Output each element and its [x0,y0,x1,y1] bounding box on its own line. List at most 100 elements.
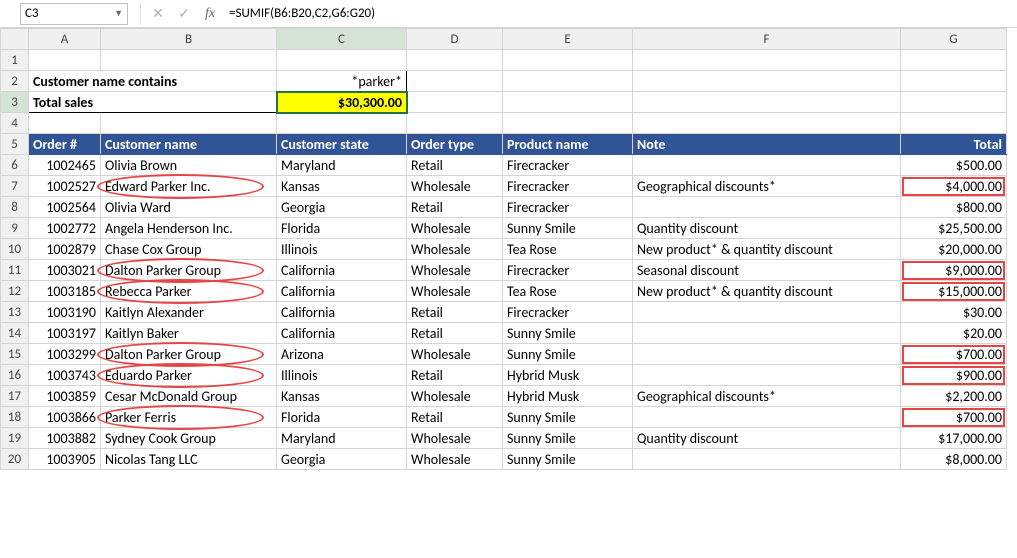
column-header-G[interactable]: G [901,29,1007,50]
cell-note[interactable]: Geographical discounts* [633,176,901,197]
value-customer-contains[interactable]: *parker* [277,71,407,92]
cell-order[interactable]: 1002564 [29,197,101,218]
cell-type[interactable]: Wholesale [407,428,503,449]
cell-order[interactable]: 1003299 [29,344,101,365]
name-box[interactable]: C3 ▼ [20,3,128,25]
label-customer-contains[interactable]: Customer name contains [29,71,277,92]
cell[interactable] [901,71,1007,92]
column-header-E[interactable]: E [503,29,633,50]
cell-type[interactable]: Wholesale [407,218,503,239]
cell-type[interactable]: Retail [407,365,503,386]
fx-icon[interactable]: fx [197,6,223,22]
row-header-11[interactable]: 11 [1,260,29,281]
table-header-order[interactable]: Order # [29,134,101,155]
cell-note[interactable]: Quantity discount [633,428,901,449]
spreadsheet-grid[interactable]: ABCDEFG12Customer name contains*parker*3… [0,28,1017,470]
cell-customer[interactable]: Edward Parker Inc. [101,176,277,197]
cell[interactable] [503,92,633,113]
cell-customer[interactable]: Kaitlyn Alexander [101,302,277,323]
cell-customer[interactable]: Dalton Parker Group [101,260,277,281]
cell-order[interactable]: 1003905 [29,449,101,470]
cell-state[interactable]: Kansas [277,176,407,197]
cell-total[interactable]: $8,000.00 [901,449,1007,470]
cell-customer[interactable]: Dalton Parker Group [101,344,277,365]
cell[interactable] [901,113,1007,134]
cell-product[interactable]: Sunny Smile [503,407,633,428]
cell[interactable] [901,50,1007,71]
cell-product[interactable]: Firecracker [503,155,633,176]
cell-order[interactable]: 1003197 [29,323,101,344]
cell[interactable] [503,71,633,92]
cell-note[interactable]: Quantity discount [633,218,901,239]
row-header-17[interactable]: 17 [1,386,29,407]
cell-customer[interactable]: Sydney Cook Group [101,428,277,449]
row-header-5[interactable]: 5 [1,134,29,155]
cell-customer[interactable]: Angela Henderson Inc. [101,218,277,239]
cell-total[interactable]: $500.00 [901,155,1007,176]
cell-customer[interactable]: Olivia Brown [101,155,277,176]
column-header-A[interactable]: A [29,29,101,50]
cell-type[interactable]: Wholesale [407,281,503,302]
cell-total[interactable]: $25,500.00 [901,218,1007,239]
row-header-18[interactable]: 18 [1,407,29,428]
cell-total[interactable]: $700.00 [901,407,1007,428]
cell-total[interactable]: $17,000.00 [901,428,1007,449]
table-header-total[interactable]: Total [901,134,1007,155]
cell-note[interactable] [633,449,901,470]
cell-state[interactable]: California [277,260,407,281]
cell[interactable] [29,113,101,134]
cell-note[interactable] [633,365,901,386]
cell-total[interactable]: $4,000.00 [901,176,1007,197]
row-header-4[interactable]: 4 [1,113,29,134]
column-header-D[interactable]: D [407,29,503,50]
cell-state[interactable]: Georgia [277,197,407,218]
table-header-customer[interactable]: Customer name [101,134,277,155]
cell-note[interactable]: Geographical discounts* [633,386,901,407]
cell-state[interactable]: California [277,281,407,302]
cell-total[interactable]: $30.00 [901,302,1007,323]
cell-note[interactable] [633,197,901,218]
row-header-9[interactable]: 9 [1,218,29,239]
cell-type[interactable]: Wholesale [407,386,503,407]
select-all-corner[interactable] [1,29,29,50]
cell-total[interactable]: $700.00 [901,344,1007,365]
cell[interactable] [407,92,503,113]
cell-product[interactable]: Firecracker [503,197,633,218]
cell-order[interactable]: 1003882 [29,428,101,449]
row-header-6[interactable]: 6 [1,155,29,176]
cell-product[interactable]: Firecracker [503,176,633,197]
cell[interactable] [503,50,633,71]
cell-note[interactable] [633,323,901,344]
cell-note[interactable] [633,302,901,323]
row-header-14[interactable]: 14 [1,323,29,344]
row-header-8[interactable]: 8 [1,197,29,218]
cell-type[interactable]: Retail [407,155,503,176]
cell-state[interactable]: California [277,323,407,344]
cell-order[interactable]: 1003190 [29,302,101,323]
row-header-3[interactable]: 3 [1,92,29,113]
cell-product[interactable]: Hybrid Musk [503,365,633,386]
cell-order[interactable]: 1003185 [29,281,101,302]
table-header-note[interactable]: Note [633,134,901,155]
cell-product[interactable]: Sunny Smile [503,344,633,365]
cell-total[interactable]: $2,200.00 [901,386,1007,407]
cell-total[interactable]: $20.00 [901,323,1007,344]
cell-order[interactable]: 1002879 [29,239,101,260]
column-header-C[interactable]: C [277,29,407,50]
cell-total[interactable]: $800.00 [901,197,1007,218]
cell-total[interactable]: $9,000.00 [901,260,1007,281]
cell[interactable] [407,50,503,71]
cell-type[interactable]: Retail [407,407,503,428]
row-header-10[interactable]: 10 [1,239,29,260]
cell-note[interactable] [633,407,901,428]
row-header-19[interactable]: 19 [1,428,29,449]
cell[interactable] [101,50,277,71]
table-header-state[interactable]: Customer state [277,134,407,155]
cell-type[interactable]: Wholesale [407,176,503,197]
cell-type[interactable]: Retail [407,302,503,323]
cell-state[interactable]: Florida [277,218,407,239]
cell-note[interactable]: New product* & quantity discount [633,239,901,260]
cell-total[interactable]: $900.00 [901,365,1007,386]
cell-product[interactable]: Tea Rose [503,239,633,260]
row-header-7[interactable]: 7 [1,176,29,197]
